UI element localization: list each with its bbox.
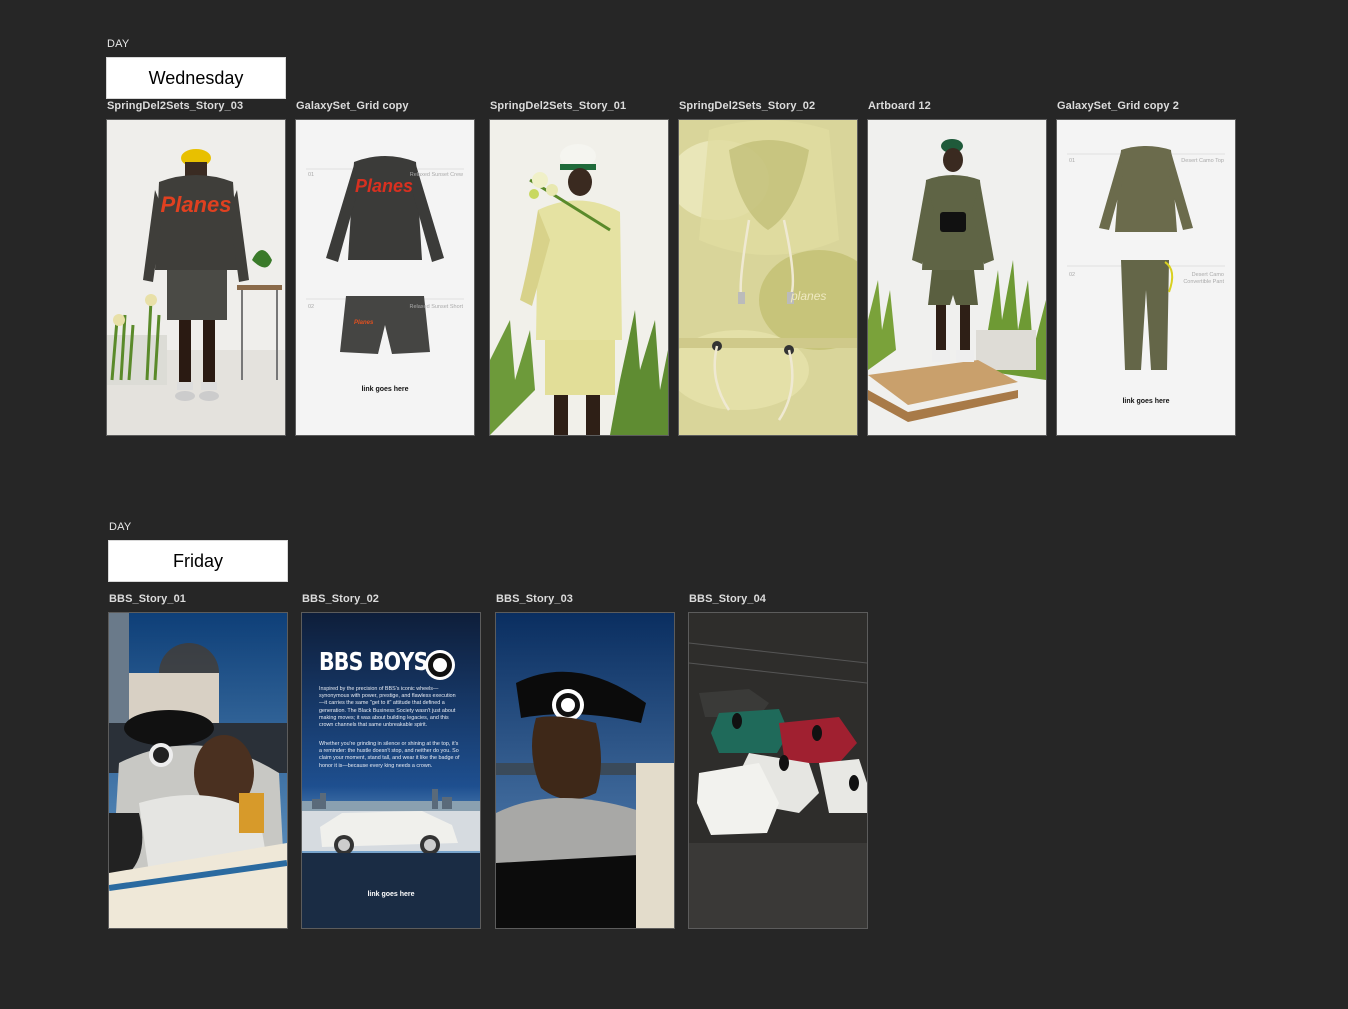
grid-item-number: 02 [308, 304, 315, 310]
grid-item-number: 01 [308, 172, 315, 178]
svg-text:Planes: Planes [355, 176, 413, 196]
photo-man-hoodie-cap [496, 613, 674, 928]
frame-bbs-story-04[interactable] [689, 613, 867, 928]
brand-planes-graphic: Planes [161, 192, 232, 217]
link-text[interactable]: link goes here [302, 891, 480, 898]
frame-title[interactable]: GalaxySet_Grid copy 2 [1057, 100, 1179, 112]
svg-text:Planes: Planes [354, 320, 374, 326]
frame-artboard-12[interactable] [868, 120, 1046, 435]
frame-springdel2sets-story-01[interactable] [490, 120, 668, 435]
photo-back-view: Planes [107, 120, 285, 435]
frame-galaxyset-grid-copy-2[interactable]: 01 Desert Camo Top 02 Desert Camo Conver… [1057, 120, 1235, 435]
frame-springdel2sets-story-03[interactable]: Planes [107, 120, 285, 435]
frame-bbs-story-01[interactable] [109, 613, 287, 928]
photo-camo-set [868, 120, 1046, 435]
grid-item-label: Relaxed Sunset Crew [409, 172, 463, 178]
frame-springdel2sets-story-02[interactable]: planes [679, 120, 857, 435]
grid-item-label: Desert Camo Top [1181, 158, 1224, 164]
frame-title[interactable]: GalaxySet_Grid copy [296, 100, 409, 112]
link-text[interactable]: link goes here [296, 386, 474, 393]
bbs-paragraph-2: Whether you're grinding in silence or sh… [319, 741, 460, 769]
link-text[interactable]: link goes here [1057, 398, 1235, 405]
photo-hoodie-flowers [490, 120, 668, 435]
frame-title[interactable]: BBS_Story_03 [496, 593, 573, 605]
frame-bbs-story-02[interactable]: BBS BOYS Inspired by the precision of BB… [302, 613, 480, 928]
photo-hoodie-closeup: planes [679, 120, 857, 435]
frame-title[interactable]: SpringDel2Sets_Story_03 [107, 100, 243, 112]
day-box-friday[interactable]: Friday [108, 540, 288, 582]
frame-title[interactable]: SpringDel2Sets_Story_01 [490, 100, 626, 112]
grid-item-label: Desert Camo Convertible Pant [1183, 272, 1224, 285]
photo-parking-lot-cars [689, 613, 867, 928]
frame-bbs-story-03[interactable] [496, 613, 674, 928]
frame-title[interactable]: SpringDel2Sets_Story_02 [679, 100, 815, 112]
bbs-title: BBS BOYS [319, 647, 428, 676]
grid-item-label: Relaxed Sunset Short [409, 304, 463, 310]
day-box-wednesday[interactable]: Wednesday [106, 57, 286, 99]
day-label: DAY [107, 38, 130, 50]
frame-title[interactable]: Artboard 12 [868, 100, 931, 112]
photo-man-in-car [109, 613, 287, 928]
frame-galaxyset-grid-copy[interactable]: Planes Planes 01 Relaxed Sunset Crew 02 … [296, 120, 474, 435]
frame-title[interactable]: BBS_Story_02 [302, 593, 379, 605]
bbs-paragraph-1: Inspired by the precision of BBS's iconi… [319, 686, 456, 728]
grid-item-number: 02 [1069, 272, 1076, 278]
day-label: DAY [109, 521, 132, 533]
frame-title[interactable]: BBS_Story_01 [109, 593, 186, 605]
svg-text:planes: planes [790, 289, 826, 303]
frame-title[interactable]: BBS_Story_04 [689, 593, 766, 605]
grid-item-number: 01 [1069, 158, 1076, 164]
